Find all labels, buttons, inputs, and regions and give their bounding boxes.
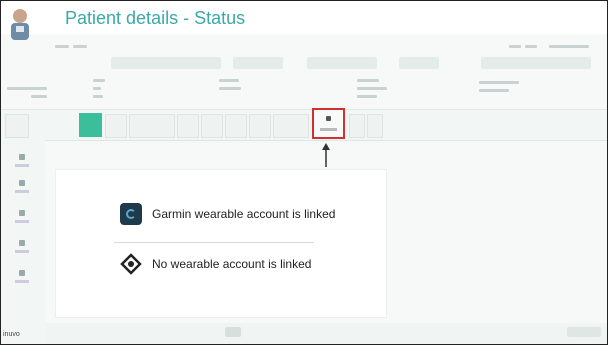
detail-field <box>479 89 509 92</box>
wearable-status-legend: Garmin wearable account is linked No wea… <box>55 169 387 318</box>
detail-field <box>479 81 519 84</box>
toolbar-button[interactable] <box>129 114 175 138</box>
detail-field <box>93 95 103 98</box>
garmin-icon <box>120 203 142 225</box>
up-arrow-icon <box>322 143 330 167</box>
tab-overview[interactable] <box>55 45 69 48</box>
detail-field <box>93 79 105 82</box>
filter-select-1[interactable] <box>233 57 283 69</box>
sidebar-item[interactable] <box>15 180 29 204</box>
no-wearable-icon <box>120 253 142 275</box>
toolbar-button-active[interactable] <box>79 113 102 137</box>
detail-field <box>357 79 379 82</box>
toolbar-button-back[interactable] <box>5 114 29 138</box>
sidebar-item[interactable] <box>15 210 29 234</box>
detail-field <box>357 87 387 90</box>
status-icon <box>326 116 331 121</box>
top-link-1[interactable] <box>509 45 521 48</box>
app-window: Patient details - Status Garmin wearable… <box>0 0 608 345</box>
filter-select-3[interactable] <box>399 57 439 69</box>
detail-field <box>357 95 377 98</box>
sidebar-item[interactable] <box>15 154 29 178</box>
detail-field <box>93 87 101 90</box>
legend-item-garmin: Garmin wearable account is linked <box>120 203 335 225</box>
detail-field <box>219 87 241 90</box>
legend-label-garmin: Garmin wearable account is linked <box>152 207 336 221</box>
legend-divider <box>114 242 314 243</box>
toolbar-button[interactable] <box>249 114 271 138</box>
sidebar-item[interactable] <box>15 240 29 264</box>
legend-label-no-wearable: No wearable account is linked <box>152 257 312 271</box>
tab-account[interactable] <box>73 45 87 48</box>
patient-toolbar <box>1 109 607 141</box>
brand-logo: inuvo <box>3 331 20 338</box>
toolbar-button[interactable] <box>177 114 199 138</box>
patient-avatar-icon <box>11 9 29 40</box>
page-header: Patient details - Status <box>1 1 607 40</box>
toolbar-button[interactable] <box>273 114 309 138</box>
page-title: Patient details - Status <box>65 8 246 28</box>
toolbar-button[interactable] <box>105 114 127 138</box>
status-button[interactable] <box>312 108 345 139</box>
sidebar-item[interactable] <box>15 270 29 294</box>
footer-button[interactable] <box>567 327 601 337</box>
patient-name <box>7 87 47 90</box>
footer-button[interactable] <box>225 327 241 337</box>
detail-field <box>219 79 239 82</box>
top-link-2[interactable] <box>525 45 537 48</box>
toolbar-button[interactable] <box>201 114 223 138</box>
toolbar-button[interactable] <box>367 114 383 138</box>
status-label <box>320 128 337 131</box>
patient-id <box>31 95 47 98</box>
search-input[interactable] <box>111 57 221 69</box>
toolbar-button[interactable] <box>349 114 365 138</box>
top-link-3[interactable] <box>549 45 589 48</box>
legend-item-no-wearable: No wearable account is linked <box>120 253 311 275</box>
toolbar-button[interactable] <box>225 114 247 138</box>
left-sidebar <box>1 140 45 344</box>
footer-bar <box>45 323 607 344</box>
filter-select-2[interactable] <box>307 57 377 69</box>
filter-select-4[interactable] <box>481 57 591 69</box>
